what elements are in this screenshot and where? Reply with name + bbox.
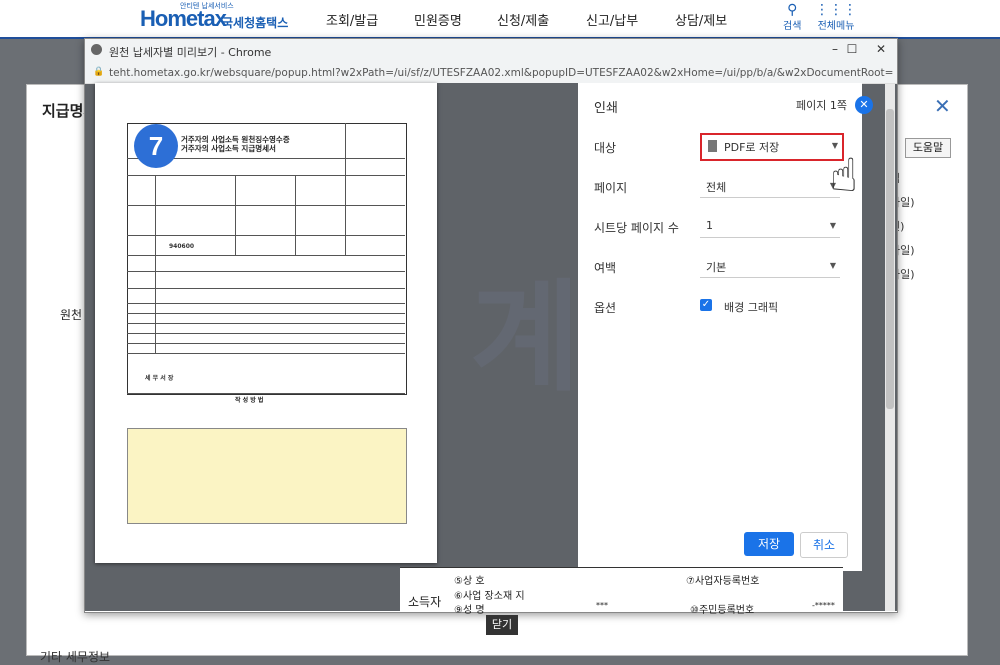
cancel-button[interactable]: 취소 xyxy=(800,532,848,558)
form-masked-value: -***** xyxy=(812,601,835,610)
destination-label: 대상 xyxy=(594,141,617,155)
step-badge: 7 xyxy=(134,124,178,168)
pdf-file-icon xyxy=(708,140,717,152)
underlying-form: ⑤상 호 ⑦사업자등록번호 ⑥사업 장소재 지 ⑨성 명 ⑩주민등록번호 소득자… xyxy=(400,567,843,616)
form-title-line1: 거주자의 사업소득 원천징수영수증 xyxy=(181,135,290,144)
background-graphics-label: 배경 그래픽 xyxy=(724,301,779,314)
form-row-label: ⑥사업 장소재 지 xyxy=(454,591,525,602)
sheets-select[interactable]: 1 ▼ xyxy=(700,215,840,238)
nav-item-apply[interactable]: 신청/제출 xyxy=(497,10,549,29)
form-code: 940600 xyxy=(169,243,195,250)
form-title: 거주자의 사업소득 원천징수영수증 거주자의 사업소득 지급명세서 xyxy=(181,135,290,153)
form-row-label: ⑩주민등록번호 xyxy=(690,605,755,616)
scrollbar-thumb[interactable] xyxy=(886,109,894,409)
chrome-url-text: teht.hometax.go.kr/websquare/popup.html?… xyxy=(109,67,894,79)
pages-select[interactable]: 전체 ▼ xyxy=(700,175,840,198)
nav-item-certificate[interactable]: 민원증명 xyxy=(414,10,462,29)
chevron-down-icon: ▼ xyxy=(829,221,836,230)
destination-select[interactable]: PDF로 저장 ▼ xyxy=(700,133,844,161)
logo-brand: Hometax xyxy=(140,6,227,31)
nav-item-inquiry[interactable]: 조회/발급 xyxy=(326,10,378,29)
form-code-table xyxy=(127,428,407,524)
chrome-window-title: 원천 납세자별 미리보기 - Chrome xyxy=(109,46,272,59)
maximize-icon[interactable]: ☐ xyxy=(840,42,864,56)
background-side-item: 원천 xyxy=(60,308,83,322)
form-row-label: ⑤상 호 xyxy=(454,576,485,587)
nav-item-report[interactable]: 신고/납부 xyxy=(586,10,638,29)
background-close-icon[interactable]: ✕ xyxy=(934,94,951,118)
chevron-down-icon: ▼ xyxy=(829,261,836,270)
margins-select[interactable]: 기본 ▼ xyxy=(700,255,840,278)
pages-label: 페이지 xyxy=(594,181,628,195)
watermark: 계 xyxy=(470,269,581,408)
form-income-label: 소득자 xyxy=(408,595,442,609)
window-close-icon[interactable]: ✕ xyxy=(869,42,893,56)
form-row-label: ⑨성 명 xyxy=(454,605,485,616)
print-header: 인쇄 xyxy=(594,101,618,116)
lock-icon: 🔒 xyxy=(93,67,105,77)
nav-menu-label: 전체메뉴 xyxy=(817,21,855,32)
nav-search-label: 검색 xyxy=(783,21,802,32)
form-row-label: ⑦사업자등록번호 xyxy=(686,576,760,587)
form-guide-header: 작 성 방 법 xyxy=(235,397,264,404)
close-button[interactable]: 닫기 xyxy=(486,615,518,635)
background-graphics-checkbox[interactable]: ✓ xyxy=(700,299,712,311)
nav-item-consult[interactable]: 상담/제보 xyxy=(675,10,727,29)
margins-label: 여백 xyxy=(594,261,617,275)
grid-menu-icon: ⋮⋮⋮ xyxy=(815,2,857,18)
pointer-hand-icon: ☝ xyxy=(830,148,859,202)
margins-value: 기본 xyxy=(706,261,727,274)
search-icon: ⚲ xyxy=(787,2,798,18)
form-masked-value: *** xyxy=(596,601,608,610)
nav-search[interactable]: ⚲ 검색 xyxy=(783,3,801,32)
help-button[interactable]: 도움말 xyxy=(905,138,951,158)
print-close-icon[interactable]: ✕ xyxy=(855,96,873,114)
options-label: 옵션 xyxy=(594,301,617,315)
nav-all-menu[interactable]: ⋮⋮⋮ 전체메뉴 xyxy=(815,3,857,32)
save-button[interactable]: 저장 xyxy=(744,532,794,556)
chrome-urlbar[interactable]: 🔒 teht.hometax.go.kr/websquare/popup.htm… xyxy=(85,63,897,84)
background-footer: 기타 세무정보 xyxy=(40,650,111,664)
chrome-titlebar: 원천 납세자별 미리보기 - Chrome – ☐ ✕ xyxy=(85,39,897,63)
logo-subtitle: 국세청홈택스 xyxy=(222,16,289,30)
form-frame xyxy=(127,123,407,395)
form-office: 세 무 서 장 xyxy=(145,375,174,382)
pages-value: 전체 xyxy=(706,181,727,194)
destination-value: PDF로 저장 xyxy=(724,141,780,154)
chrome-globe-icon xyxy=(91,44,102,55)
sheets-label: 시트당 페이지 수 xyxy=(594,221,679,235)
sheets-value: 1 xyxy=(706,219,713,232)
form-title-line2: 거주자의 사업소득 지급명세서 xyxy=(181,144,276,153)
page-count: 페이지 1쪽 xyxy=(796,99,847,112)
